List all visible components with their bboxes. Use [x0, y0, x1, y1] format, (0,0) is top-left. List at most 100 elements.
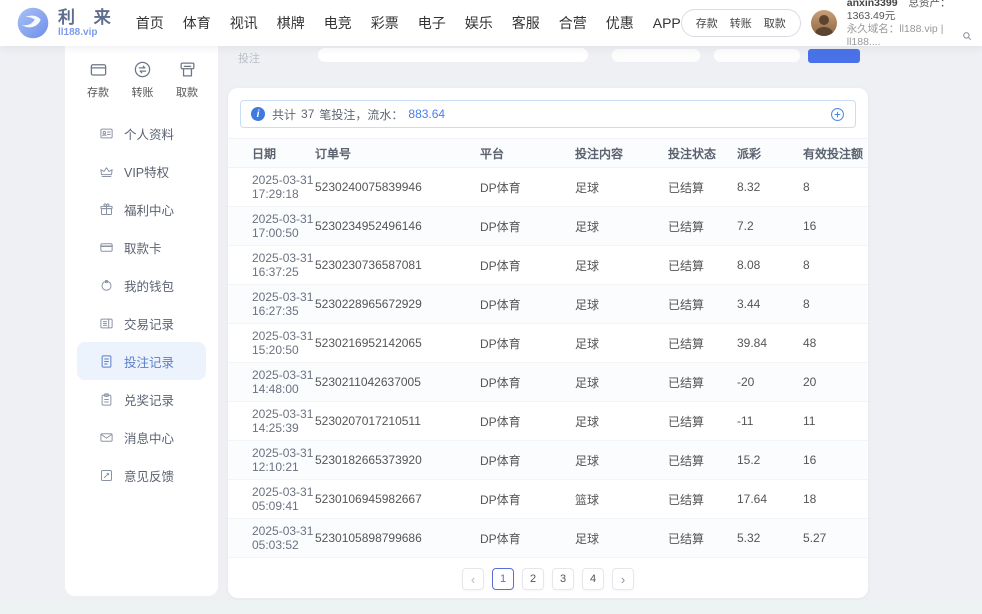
filter-option-fragment[interactable] — [612, 49, 700, 62]
avatar[interactable] — [811, 10, 837, 36]
vip-crown-icon — [99, 164, 114, 179]
cell-bet-status: 已结算 — [668, 257, 737, 274]
page-button-2[interactable]: 2 — [522, 568, 544, 590]
sidebar-menu-item[interactable]: 个人资料 — [77, 114, 206, 152]
nav-item[interactable]: 合营 — [559, 13, 587, 33]
sidebar-menu-label: 福利中心 — [124, 200, 174, 219]
cell-bet-status: 已结算 — [668, 179, 737, 196]
sidebar-menu-item[interactable]: 交易记录 — [77, 304, 206, 342]
nav-item[interactable]: 客服 — [512, 13, 540, 33]
cell-platform: DP体育 — [480, 413, 575, 430]
cell-bet-status: 已结算 — [668, 374, 737, 391]
withdraw-icon — [178, 60, 197, 79]
brand-domain: ll188.vip — [58, 28, 118, 38]
nav-item[interactable]: 视讯 — [230, 13, 258, 33]
cell-platform: DP体育 — [480, 335, 575, 352]
cell-bet-status: 已结算 — [668, 530, 737, 547]
cell-bet-content: 足球 — [575, 452, 668, 469]
sidebar-menu-item[interactable]: VIP特权 — [77, 152, 206, 190]
nav-item[interactable]: 首页 — [136, 13, 164, 33]
table-body: 2025-03-3117:29:18 5230240075839946 DP体育… — [228, 168, 868, 558]
table-row: 2025-03-3114:25:39 5230207017210511 DP体育… — [228, 402, 868, 441]
quick-action[interactable]: 转账 — [132, 60, 154, 100]
sidebar-menu-item[interactable]: 兑奖记录 — [77, 380, 206, 418]
column-header: 日期 — [252, 145, 315, 162]
summary-prefix: 共计 — [272, 106, 296, 123]
message-icon — [99, 430, 114, 445]
header-right: 存款转账取款 anxin3399 总资产： 1363.49元 永久域名：ll18… — [681, 0, 972, 49]
page-button-1[interactable]: 1 — [492, 568, 514, 590]
info-icon: i — [251, 107, 265, 121]
cell-valid-amount: 11 — [803, 414, 856, 428]
bank-card-icon — [99, 240, 114, 255]
cell-platform: DP体育 — [480, 257, 575, 274]
quick-action-label: 存款 — [87, 84, 109, 100]
cell-payout: 17.64 — [737, 492, 803, 506]
cell-payout: 8.08 — [737, 258, 803, 272]
cell-bet-content: 足球 — [575, 374, 668, 391]
cell-payout: 5.32 — [737, 531, 803, 545]
cell-payout: 8.32 — [737, 180, 803, 194]
table-row: 2025-03-3112:10:21 5230182665373920 DP体育… — [228, 441, 868, 480]
sidebar-menu-item[interactable]: 取款卡 — [77, 228, 206, 266]
table-row: 2025-03-3117:29:18 5230240075839946 DP体育… — [228, 168, 868, 207]
cell-payout: 39.84 — [737, 336, 803, 350]
nav-item[interactable]: 电竞 — [324, 13, 352, 33]
filter-option-fragment[interactable] — [714, 49, 800, 62]
user-line-domain: 永久域名：ll188.vip | ll188.... — [847, 23, 972, 49]
summary-bar: i 共计 37 笔投注，流水： 883.64 — [240, 100, 856, 128]
quick-action-label: 取款 — [176, 84, 198, 100]
cell-order-number: 5230182665373920 — [315, 453, 480, 467]
brand-name: 利 来 — [58, 9, 118, 26]
permanent-domain: 永久域名：ll188.vip | ll188.... — [847, 23, 959, 49]
brand-logo[interactable]: 利 来 ll188.vip — [16, 6, 118, 40]
nav-item[interactable]: 电子 — [418, 13, 446, 33]
sidebar-menu-item[interactable]: 投注记录 — [77, 342, 206, 380]
sidebar-menu-item[interactable]: 消息中心 — [77, 418, 206, 456]
wallet-action[interactable]: 取款 — [764, 15, 786, 31]
table-header-row: 日期订单号平台投注内容投注状态派彩有效投注额 — [228, 138, 868, 168]
sidebar: 存款 转账 取款 个人资料 VIP特权 福利中心 取款卡 我的钱包 交易记录 投… — [65, 46, 218, 596]
nav-item[interactable]: 优惠 — [606, 13, 634, 33]
column-header: 派彩 — [737, 145, 803, 162]
filter-search-input[interactable] — [318, 48, 588, 62]
sidebar-menu-label: 取款卡 — [124, 238, 162, 257]
summary-count: 37 — [301, 107, 314, 121]
nav-item[interactable]: 棋牌 — [277, 13, 305, 33]
sidebar-menu-label: 我的钱包 — [124, 276, 174, 295]
cell-date: 2025-03-3116:37:25 — [252, 251, 315, 279]
nav-item[interactable]: 彩票 — [371, 13, 399, 33]
user-info[interactable]: anxin3399 总资产： 1363.49元 永久域名：ll188.vip |… — [847, 0, 972, 49]
wallet-action[interactable]: 转账 — [730, 15, 752, 31]
expand-plus-icon[interactable] — [830, 107, 845, 122]
page-button-4[interactable]: 4 — [582, 568, 604, 590]
next-page-button[interactable]: › — [612, 568, 634, 590]
quick-action[interactable]: 取款 — [176, 60, 198, 100]
sidebar-menu-label: 投注记录 — [124, 352, 174, 371]
sidebar-menu-item[interactable]: 我的钱包 — [77, 266, 206, 304]
cell-bet-content: 足球 — [575, 413, 668, 430]
prev-page-button[interactable]: ‹ — [462, 568, 484, 590]
cell-order-number: 5230211042637005 — [315, 375, 480, 389]
filter-search-button[interactable] — [808, 49, 860, 63]
sidebar-menu-item[interactable]: 意见反馈 — [77, 456, 206, 494]
nav-item[interactable]: 娱乐 — [465, 13, 493, 33]
search-icon[interactable] — [962, 31, 972, 41]
wallet-action[interactable]: 存款 — [696, 15, 718, 31]
main-nav: 首页体育视讯棋牌电竞彩票电子娱乐客服合营优惠 APP — [136, 13, 681, 33]
cell-order-number: 5230228965672929 — [315, 297, 480, 311]
nav-item[interactable]: APP — [653, 15, 681, 31]
sidebar-menu-label: VIP特权 — [124, 162, 169, 181]
quick-action[interactable]: 存款 — [87, 60, 109, 100]
sidebar-menu-item[interactable]: 福利中心 — [77, 190, 206, 228]
page-button-3[interactable]: 3 — [552, 568, 574, 590]
cell-valid-amount: 8 — [803, 258, 856, 272]
column-header: 投注内容 — [575, 145, 668, 162]
cell-platform: DP体育 — [480, 374, 575, 391]
wallet-icon — [99, 278, 114, 293]
cell-bet-content: 足球 — [575, 335, 668, 352]
column-header: 投注状态 — [668, 145, 737, 162]
summary-turnover-value: 883.64 — [408, 107, 445, 121]
nav-item[interactable]: 体育 — [183, 13, 211, 33]
bet-record-icon — [99, 354, 114, 369]
